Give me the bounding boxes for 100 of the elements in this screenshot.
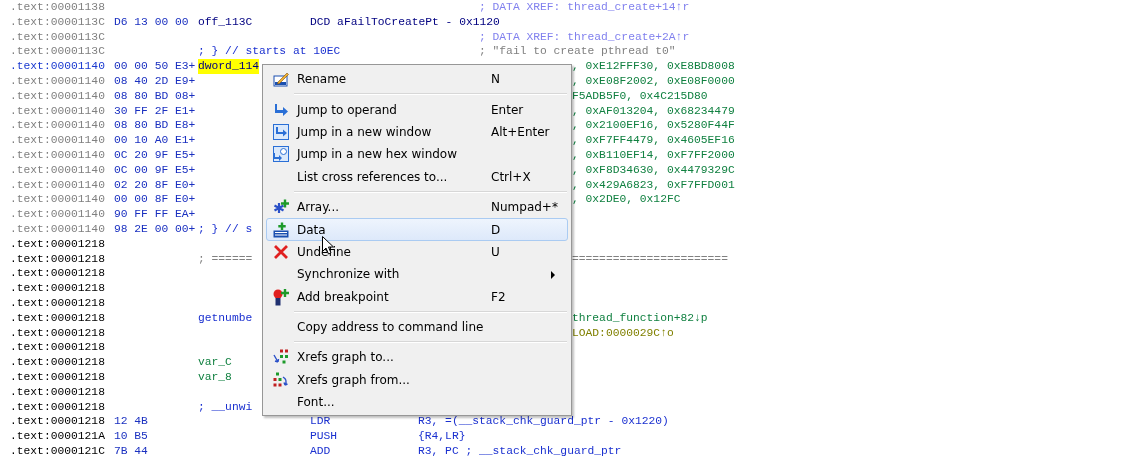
address-text: .text:00001140 — [10, 59, 105, 74]
label-text: ; } // starts at 10EC — [198, 44, 341, 60]
data-text: , 0x429A6823, 0xF7FFD001 — [572, 177, 735, 193]
hex-bytes: 98 2E 00 00+ — [114, 221, 196, 237]
separator-text: ======================= — [572, 251, 728, 267]
address-text: .text:00001218 — [10, 414, 105, 430]
menu-item[interactable]: Rename N — [266, 68, 568, 91]
menu-item[interactable]: Copy address to command line — [266, 315, 568, 339]
address-text: .text:00001218 — [10, 310, 105, 326]
label-text: ; } // s — [198, 221, 253, 237]
data-text: , 0xAF013204, 0x68234479 — [572, 103, 735, 119]
hex-bytes: 0C 00 9F E5+ — [114, 162, 196, 178]
data-text: thread_function+82↓p — [572, 310, 708, 326]
address-text: .text:00001218 — [10, 355, 105, 370]
menu-item[interactable]: Font... — [266, 391, 568, 414]
label-text: off_113C — [198, 14, 253, 30]
menu-item[interactable]: List cross references to... Ctrl+X — [266, 165, 568, 188]
address-text: .text:00001140 — [10, 192, 105, 208]
operand-text: R3, =(__stack_chk_guard_ptr - 0x1220) — [418, 414, 669, 430]
data-text: F5ADB5F0, 0x4C215D80 — [572, 88, 708, 104]
cross-icon — [273, 243, 289, 260]
hex-bytes: 02 20 8F E0+ — [114, 177, 196, 193]
menu-item[interactable]: Xrefs graph to... — [266, 346, 568, 369]
address-text: .text:00001140 — [10, 147, 105, 163]
hex-bytes: 08 80 BD 08+ — [114, 88, 196, 104]
graph-icon — [273, 349, 289, 366]
instruction-text: PUSH — [310, 429, 338, 444]
address-text: .text:00001140 — [10, 221, 105, 237]
window-magnifier-icon — [273, 146, 289, 163]
graph-icon — [273, 371, 289, 388]
operand-text: R3, PC ; __stack_chk_guard_ptr — [418, 443, 622, 459]
hex-bytes: 10 B5 — [114, 429, 148, 444]
window-arrow-icon — [273, 123, 289, 140]
data-text: , 0xF7FF4479, 0x4605EF16 — [572, 133, 735, 148]
address-text: .text:00001140 — [10, 133, 105, 148]
address-text: .text:00001218 — [10, 266, 105, 282]
variable-text: var_8 — [198, 369, 232, 385]
data-text: , 0x2DE0, 0x12FC — [572, 192, 681, 208]
hex-bytes: 7B 44 — [114, 443, 148, 459]
hex-bytes: 00 00 50 E3+ — [114, 59, 196, 74]
address-text: .text:00001218 — [10, 325, 105, 341]
address-text: .text:00001140 — [10, 162, 105, 178]
address-text: .text:00001138 — [10, 0, 105, 15]
data-text: , 0xE08F2002, 0xE08F0000 — [572, 74, 735, 89]
hex-bytes: 12 4B — [114, 414, 148, 430]
pencil-icon — [273, 71, 289, 88]
hex-bytes: 0C 20 9F E5+ — [114, 147, 196, 163]
address-text: .text:00001140 — [10, 118, 105, 134]
address-text: .text:00001218 — [10, 399, 105, 415]
instruction-text: LDR — [310, 414, 331, 430]
instruction-text: DCD aFailToCreatePt - 0x1120 — [310, 14, 500, 30]
hex-bytes: 90 FF FF EA+ — [114, 207, 196, 222]
address-text: .text:00001218 — [10, 340, 105, 356]
menu-item[interactable]: Data D — [266, 218, 568, 241]
menu-item[interactable]: Jump in a new window Alt+Enter — [266, 120, 568, 144]
address-text: .text:00001140 — [10, 103, 105, 119]
breakpoint-plus-icon — [273, 287, 289, 306]
address-text: .text:00001140 — [10, 88, 105, 104]
address-text: .text:00001140 — [10, 177, 105, 193]
hex-bytes: 08 40 2D E9+ — [114, 74, 196, 89]
address-text: .text:0000113C — [10, 29, 105, 45]
separator-text: ; ====== — [198, 251, 253, 267]
address-text: .text:00001218 — [10, 236, 105, 252]
address-text: .text:00001218 — [10, 251, 105, 267]
address-text: .text:0000121C — [10, 443, 105, 459]
address-text: .text:00001140 — [10, 207, 105, 222]
comment-text: ; DATA XREF: thread_create+14↑r — [479, 0, 690, 15]
address-text: .text:00001218 — [10, 281, 105, 296]
menu-item[interactable]: Xrefs graph from... — [266, 368, 568, 392]
hex-bytes: 00 10 A0 E1+ — [114, 133, 196, 148]
address-text: .text:0000121A — [10, 429, 105, 444]
hex-bytes: 08 80 BD E8+ — [114, 118, 196, 134]
menu-item[interactable]: Add breakpoint F2 — [266, 285, 568, 308]
address-text: .text:00001140 — [10, 74, 105, 89]
comment-text: ; DATA XREF: thread_create+2A↑r — [479, 29, 690, 45]
instruction-text: ADD — [310, 443, 331, 459]
label-text: getnumbe — [198, 310, 253, 326]
hex-bytes: 00 00 8F E0+ — [114, 192, 196, 208]
highlighted-label: dword_114 — [198, 59, 259, 74]
address-text: .text:00001218 — [10, 384, 105, 400]
data-text: , 0xB110EF14, 0xF7FF2000 — [572, 147, 735, 163]
address-text: .text:00001218 — [10, 295, 105, 311]
comment-text: ; "fail to create pthread t0" — [479, 44, 676, 60]
menu-item[interactable]: Synchronize with — [266, 263, 568, 286]
data-text: , 0x2100EF16, 0x5280F44F — [572, 118, 735, 134]
variable-text: var_C — [198, 355, 232, 370]
menu-item[interactable]: Array... Numpad+* — [266, 195, 568, 219]
comment-text: LOAD:0000029C↑o — [572, 325, 674, 341]
menu-item[interactable]: Undefine U — [266, 240, 568, 264]
asterisk-plus-icon — [273, 199, 289, 216]
menu-item[interactable]: Jump to operand Enter — [266, 98, 568, 121]
hex-bytes: D6 13 00 00 — [114, 14, 189, 30]
operand-text: {R4,LR} — [418, 429, 466, 444]
menu-item[interactable]: Jump in a new hex window — [266, 143, 568, 166]
data-plus-icon — [273, 221, 289, 238]
address-text: .text:0000113C — [10, 14, 105, 30]
label-text: ; __unwi — [198, 399, 253, 415]
address-text: .text:0000113C — [10, 44, 105, 60]
arrow-icon — [274, 103, 288, 116]
address-text: .text:00001218 — [10, 369, 105, 385]
